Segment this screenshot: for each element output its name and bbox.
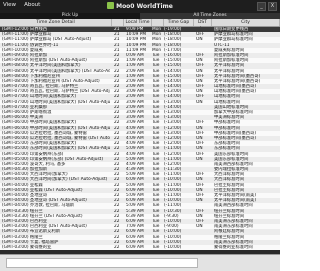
cell-city: 蒙得维的亚标准时间 xyxy=(214,244,253,250)
cell-zone: (GMT-03:00) 蒙得维的亚 xyxy=(2,244,52,250)
table-row[interactable]: (GMT-03:00) 蒙得维的亚 22 6:09 AM Tue (-10:00) 蒙得维… xyxy=(0,244,280,251)
window-controls: _ X xyxy=(257,2,277,11)
cell-day: Tue xyxy=(152,244,160,250)
close-button[interactable]: X xyxy=(268,2,277,11)
cell-time: 6:09 AM xyxy=(126,244,144,250)
status-bar xyxy=(0,254,280,271)
app-title: Moo0 WorldTime xyxy=(0,2,280,10)
time-zone-list[interactable]: (GMT-12:00) 日界线西 21 9:09 PM Mon (-19:00) 国际日期… xyxy=(0,27,280,254)
table-header: Time Zone Detail Local Time Time Gap DST… xyxy=(0,19,280,32)
title-bar: View About Moo0 WorldTime _ X xyxy=(0,0,280,13)
column-header-dst[interactable]: DST A... xyxy=(194,19,212,32)
status-field xyxy=(6,258,198,268)
column-header-time-gap[interactable]: Time Gap xyxy=(164,19,194,26)
column-header-city[interactable]: City xyxy=(212,19,280,26)
column-header-zone[interactable]: Time Zone Detail xyxy=(0,19,112,26)
cell-diff: (-10:00) xyxy=(164,244,182,250)
column-header-date[interactable] xyxy=(112,19,124,26)
column-header-day[interactable] xyxy=(152,19,164,26)
app-title-text: Moo0 WorldTime xyxy=(116,3,173,10)
column-header-local-time[interactable]: Local Time xyxy=(124,19,152,26)
app-window: View About Moo0 WorldTime _ X Pick Up Al… xyxy=(0,0,280,271)
minimize-button[interactable]: _ xyxy=(257,2,266,11)
cell-date: 22 xyxy=(114,244,120,250)
clock-logo-icon xyxy=(107,2,115,9)
